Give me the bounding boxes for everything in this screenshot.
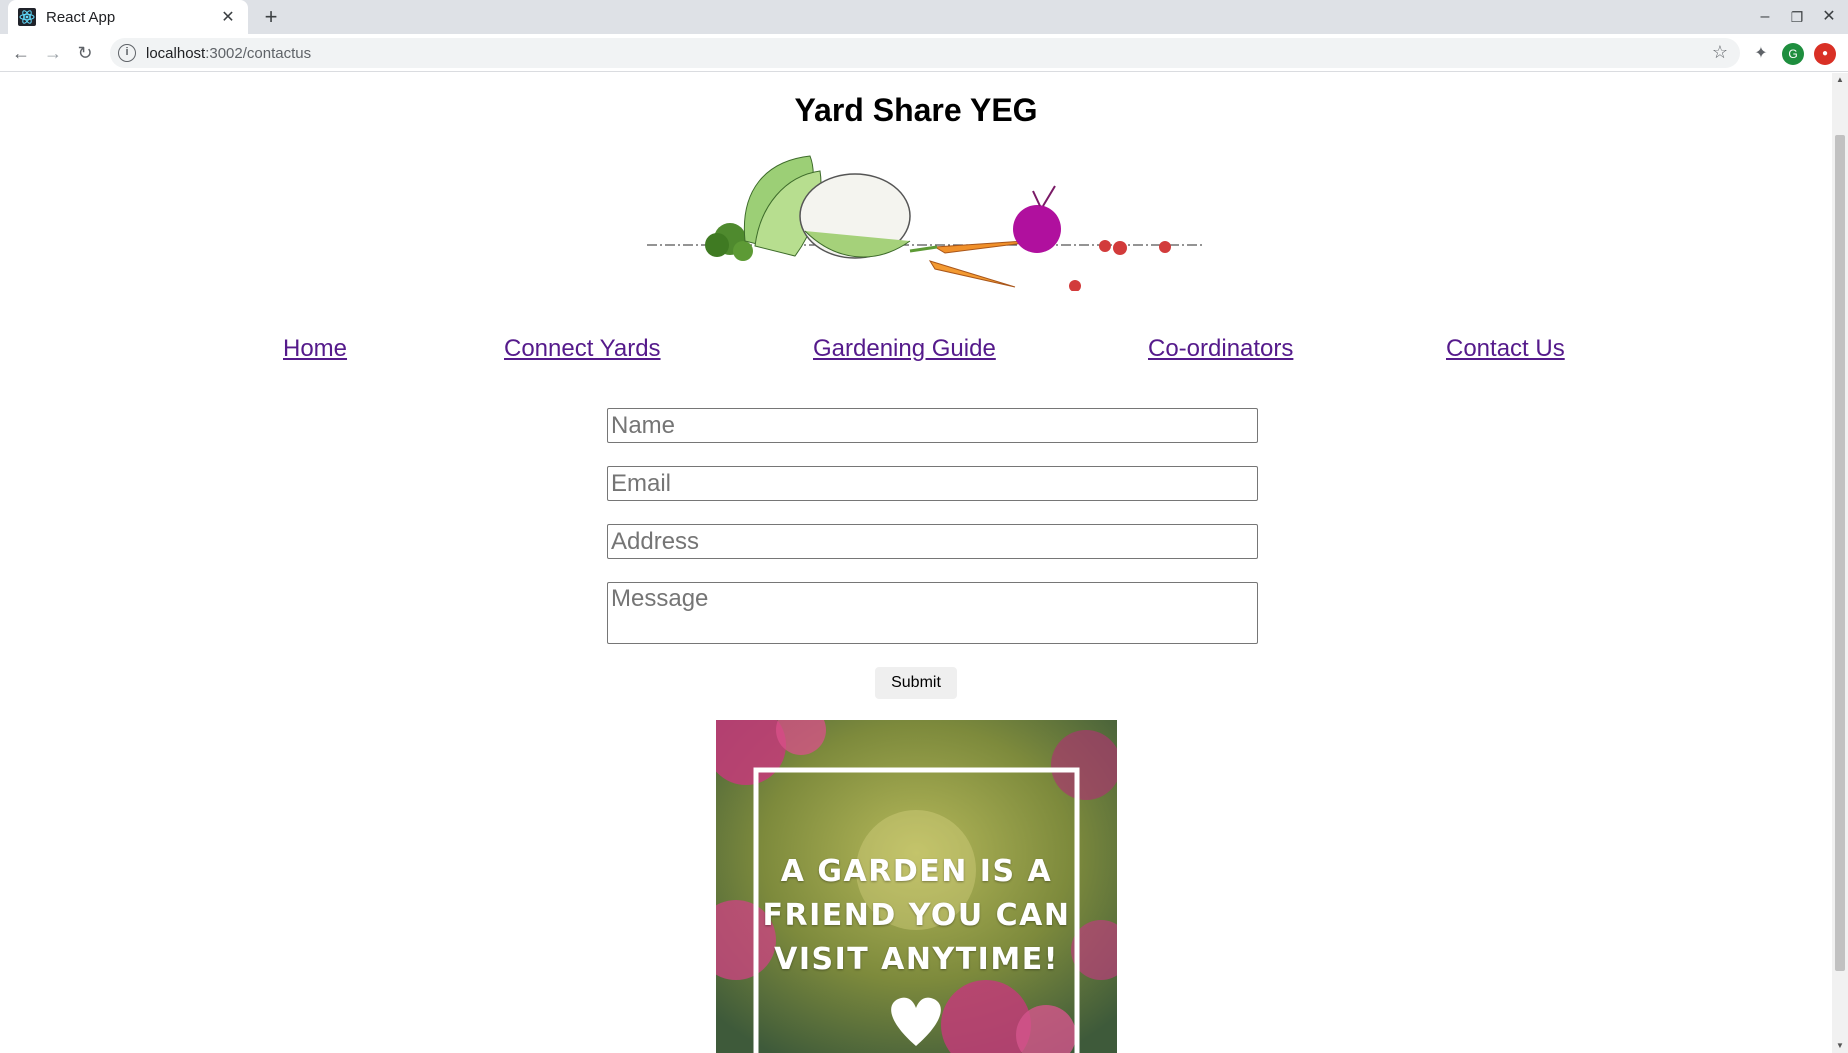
window-close-icon[interactable]: ✕ xyxy=(1816,4,1842,30)
scrollbar-thumb[interactable] xyxy=(1835,135,1845,971)
nav-coordinators-link[interactable]: Co-ordinators xyxy=(1148,335,1293,363)
browser-tab[interactable]: React App ✕ xyxy=(8,0,248,34)
new-tab-icon[interactable]: + xyxy=(258,4,284,30)
tab-title: React App xyxy=(46,8,116,26)
vegetables-illustration xyxy=(647,155,1205,291)
forward-icon[interactable]: → xyxy=(40,40,66,66)
minimize-icon[interactable]: – xyxy=(1752,4,1778,30)
extensions-puzzle-icon[interactable]: ✦ xyxy=(1750,43,1772,65)
nav-gardening-guide-link[interactable]: Gardening Guide xyxy=(813,335,996,363)
extension-red-icon[interactable]: ● xyxy=(1814,43,1836,65)
back-icon[interactable]: ← xyxy=(8,40,34,66)
url-path: :3002/contactus xyxy=(205,44,312,62)
url-host: localhost xyxy=(146,44,206,62)
reload-icon[interactable]: ↻ xyxy=(72,40,98,66)
email-input[interactable] xyxy=(607,466,1258,501)
nav-connect-yards-link[interactable]: Connect Yards xyxy=(504,335,661,363)
restore-icon[interactable]: ❐ xyxy=(1784,4,1810,30)
poster-quote-line-1: A GARDEN IS A xyxy=(780,854,1053,889)
address-bar[interactable]: i localhost:3002/contactus ☆ xyxy=(110,38,1740,68)
bookmark-star-icon[interactable]: ☆ xyxy=(1712,42,1728,63)
browser-toolbar: ← → ↻ i localhost:3002/contactus ☆ ✦ G ● xyxy=(0,34,1848,72)
nav-contact-us-link[interactable]: Contact Us xyxy=(1446,335,1565,363)
scroll-down-arrow-icon[interactable]: ▼ xyxy=(1835,1041,1845,1051)
garden-quote-poster: A GARDEN IS A FRIEND YOU CAN VISIT ANYTI… xyxy=(716,720,1117,1053)
nav-home-link[interactable]: Home xyxy=(283,335,347,363)
react-logo-icon xyxy=(18,8,36,26)
site-info-icon[interactable]: i xyxy=(118,44,136,62)
scroll-up-arrow-icon[interactable]: ▲ xyxy=(1835,75,1845,85)
page-content: Yard Share YEG Home Connect Yards Garden… xyxy=(0,73,1832,1053)
url-text: localhost:3002/contactus xyxy=(146,45,311,62)
poster-quote: A GARDEN IS A FRIEND YOU CAN VISIT ANYTI… xyxy=(716,850,1117,982)
profile-avatar[interactable]: G xyxy=(1782,43,1804,65)
page-scrollbar[interactable]: ▲ ▼ xyxy=(1832,73,1848,1053)
main-nav: Home Connect Yards Gardening Guide Co-or… xyxy=(0,335,1832,365)
poster-quote-line-3: VISIT ANYTIME! xyxy=(774,942,1059,977)
poster-quote-line-2: FRIEND YOU CAN xyxy=(762,898,1071,933)
name-input[interactable] xyxy=(607,408,1258,443)
submit-button[interactable]: Submit xyxy=(875,667,957,699)
browser-tab-strip: React App ✕ + – ❐ ✕ xyxy=(0,0,1848,34)
site-title: Yard Share YEG xyxy=(794,92,1038,128)
message-textarea[interactable] xyxy=(607,582,1258,644)
address-input[interactable] xyxy=(607,524,1258,559)
tab-close-icon[interactable]: ✕ xyxy=(218,7,238,27)
